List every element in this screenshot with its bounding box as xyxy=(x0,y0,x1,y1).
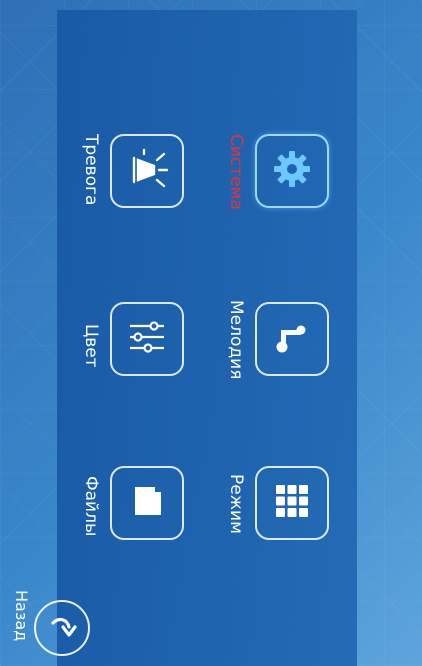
file-icon xyxy=(125,479,169,527)
system-label: Система xyxy=(226,134,246,210)
gear-icon xyxy=(271,148,313,194)
back-arrow-icon xyxy=(45,609,79,647)
color-tile[interactable] xyxy=(110,302,184,376)
system-tile[interactable] xyxy=(255,134,329,208)
grid-icon xyxy=(272,481,312,525)
siren-icon xyxy=(122,144,172,198)
melody-tile[interactable] xyxy=(255,302,329,376)
color-label: Цвет xyxy=(81,324,101,368)
back-button[interactable] xyxy=(34,600,90,656)
melody-label: Мелодия xyxy=(226,300,246,380)
music-note-icon xyxy=(271,316,313,362)
sliders-icon xyxy=(124,314,170,364)
files-label: Файлы xyxy=(81,476,101,537)
mode-label: Режим xyxy=(226,474,246,534)
back-label: Назад xyxy=(12,590,31,642)
alarm-label: Тревога xyxy=(81,134,101,206)
files-tile[interactable] xyxy=(110,466,184,540)
mode-tile[interactable] xyxy=(255,466,329,540)
alarm-tile[interactable] xyxy=(110,134,184,208)
